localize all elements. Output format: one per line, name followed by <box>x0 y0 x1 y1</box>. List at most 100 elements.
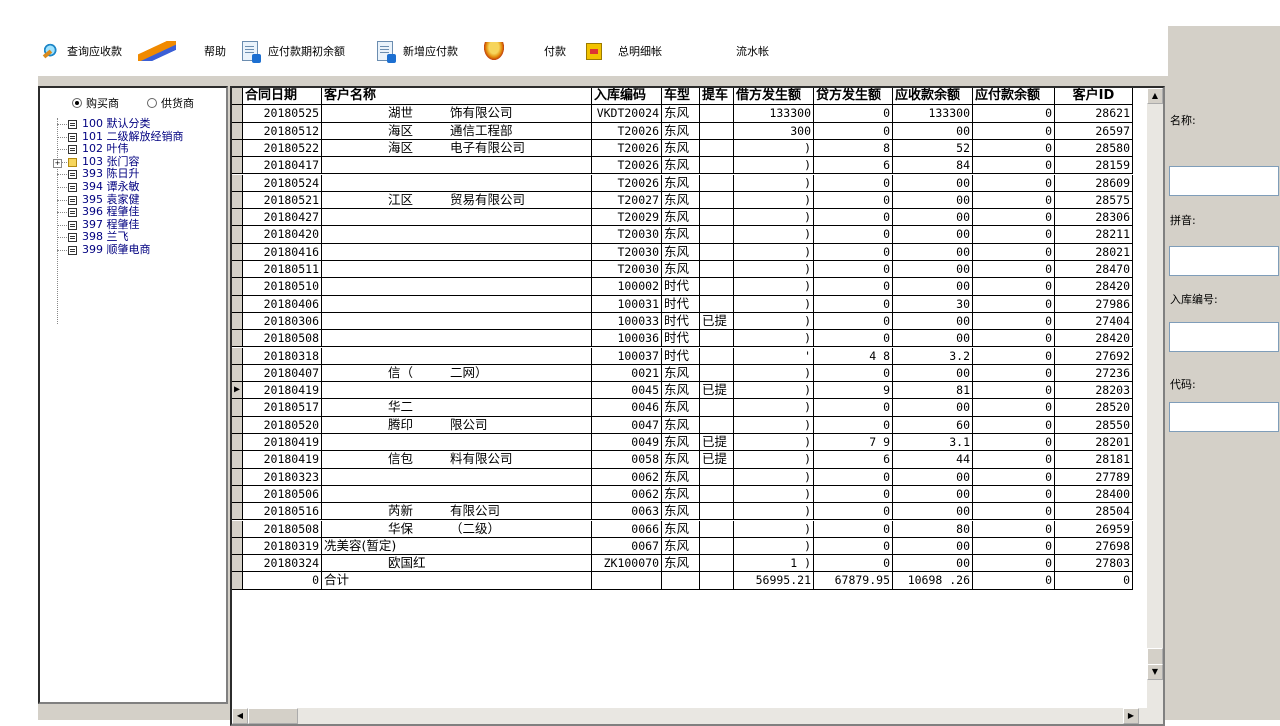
vehicle-model-cell[interactable]: 时代 <box>662 347 700 365</box>
contract-date-cell[interactable]: 20180420 <box>243 226 322 244</box>
contract-date-cell[interactable]: 20180511 <box>243 261 322 279</box>
credit-amount-cell[interactable]: 0 <box>814 503 893 521</box>
column-header-receivable[interactable]: 应收款余额 <box>893 88 973 106</box>
customer-name-cell[interactable] <box>322 382 592 400</box>
row-selector[interactable] <box>232 555 243 573</box>
customer-id-cell[interactable]: 28201 <box>1055 434 1133 452</box>
vehicle-model-cell[interactable]: 时代 <box>662 312 700 331</box>
customer-name-cell[interactable]: 信包 料有限公司 <box>322 451 592 469</box>
table-row[interactable]: 20180319 冼美容(暂定) 0067 东风) 0 00 0 27698 <box>232 537 1145 556</box>
row-selector[interactable] <box>232 261 243 279</box>
receivable-balance-cell[interactable]: 3.2 <box>893 347 973 365</box>
customer-id-cell[interactable]: 28609 <box>1055 174 1133 192</box>
receivable-balance-cell[interactable]: 00 <box>893 174 973 192</box>
vehicle-model-cell[interactable]: 东风 <box>662 555 700 573</box>
credit-amount-cell[interactable]: 0 <box>814 174 893 192</box>
customer-id-cell[interactable]: 27803 <box>1055 555 1133 573</box>
code-field[interactable] <box>1169 402 1279 432</box>
receivable-balance-cell[interactable]: 00 <box>893 503 973 521</box>
contract-date-cell[interactable]: 20180506 <box>243 485 322 504</box>
payable-balance-cell[interactable]: 0 <box>973 174 1055 192</box>
payable-balance-cell[interactable]: 0 <box>973 382 1055 400</box>
debit-amount-cell[interactable]: ) <box>734 434 814 452</box>
inbound-code-field[interactable] <box>1169 322 1279 352</box>
customer-name-cell[interactable]: 华保 （二级） <box>322 520 592 538</box>
debit-amount-cell[interactable]: ' <box>734 347 814 365</box>
inbound-code-cell[interactable]: ZK100070 <box>592 555 662 573</box>
horizontal-scroll-thumb[interactable] <box>248 708 298 724</box>
credit-amount-cell[interactable]: 0 <box>814 191 893 210</box>
debit-amount-cell[interactable]: 1 ) <box>734 555 814 573</box>
contract-date-cell[interactable]: 20180524 <box>243 174 322 192</box>
contract-date-cell[interactable]: 20180419 <box>243 382 322 400</box>
credit-amount-cell[interactable]: 0 <box>814 226 893 244</box>
contract-date-cell[interactable]: 20180525 <box>243 105 322 123</box>
inbound-code-cell[interactable]: 0062 <box>592 468 662 486</box>
contract-date-cell[interactable]: 20180427 <box>243 209 322 227</box>
column-header-debit[interactable]: 借方发生额 <box>734 88 814 106</box>
inbound-code-cell[interactable]: T20030 <box>592 261 662 279</box>
inbound-code-cell[interactable]: T20029 <box>592 209 662 227</box>
customer-id-cell[interactable]: 27986 <box>1055 295 1133 313</box>
receivable-balance-cell[interactable]: 00 <box>893 399 973 417</box>
pickup-status-cell[interactable] <box>700 295 734 313</box>
credit-amount-cell[interactable]: 0 <box>814 105 893 123</box>
inbound-code-cell[interactable]: 100031 <box>592 295 662 313</box>
row-selector[interactable] <box>232 157 243 175</box>
receivable-balance-cell[interactable]: 60 <box>893 416 973 434</box>
contract-date-cell[interactable]: 20180419 <box>243 434 322 452</box>
payable-balance-cell[interactable]: 0 <box>973 364 1055 383</box>
inbound-code-cell[interactable]: T20026 <box>592 122 662 140</box>
contract-date-cell[interactable]: 20180419 <box>243 451 322 469</box>
contract-date-cell[interactable]: 20180306 <box>243 312 322 331</box>
credit-amount-cell[interactable]: 0 <box>814 555 893 573</box>
customer-name-cell[interactable]: 欧国红 <box>322 555 592 573</box>
customer-id-cell[interactable]: 28420 <box>1055 330 1133 348</box>
debit-amount-cell[interactable]: ) <box>734 364 814 383</box>
pickup-status-cell[interactable] <box>700 139 734 158</box>
payable-balance-cell[interactable]: 0 <box>973 520 1055 538</box>
pickup-status-cell[interactable] <box>700 122 734 140</box>
inbound-code-cell[interactable]: VKDT20024 <box>592 105 662 123</box>
vehicle-model-cell[interactable]: 东风 <box>662 451 700 469</box>
contract-date-cell[interactable]: 20180318 <box>243 347 322 365</box>
customer-id-cell[interactable]: 26597 <box>1055 122 1133 140</box>
vehicle-model-cell[interactable]: 时代 <box>662 330 700 348</box>
column-header-payable[interactable]: 应付款余额 <box>973 88 1055 106</box>
vehicle-model-cell[interactable]: 东风 <box>662 105 700 123</box>
table-row[interactable]: 20180324 欧国红 ZK100070 东风 1 ) 0 00 0 27803 <box>232 555 1145 573</box>
customer-id-cell[interactable]: 28470 <box>1055 261 1133 279</box>
pickup-status-cell[interactable]: 已提 <box>700 451 734 469</box>
receivable-balance-cell[interactable]: 30 <box>893 295 973 313</box>
journal-button[interactable]: 流水帐 <box>733 39 772 63</box>
table-row[interactable]: 20180416 T20030 东风) 0 00 0 28021 <box>232 243 1145 261</box>
column-header-date[interactable]: 合同日期 <box>243 88 322 106</box>
receivable-balance-cell[interactable]: 00 <box>893 226 973 244</box>
table-row[interactable]: 20180510 100002 时代) 0 00 0 28420 <box>232 278 1145 296</box>
row-selector[interactable] <box>232 520 243 538</box>
payable-balance-cell[interactable]: 0 <box>973 209 1055 227</box>
vehicle-model-cell[interactable]: 东风 <box>662 399 700 417</box>
contract-date-cell[interactable]: 20180324 <box>243 555 322 573</box>
debit-amount-cell[interactable]: ) <box>734 468 814 486</box>
payment-button[interactable]: 付款 <box>541 39 569 63</box>
pickup-status-cell[interactable] <box>700 347 734 365</box>
vehicle-model-cell[interactable]: 东风 <box>662 520 700 538</box>
inbound-code-cell[interactable]: 0021 <box>592 364 662 383</box>
debit-amount-cell[interactable]: ) <box>734 157 814 175</box>
payable-balance-cell[interactable]: 0 <box>973 451 1055 469</box>
inbound-code-cell[interactable]: T20026 <box>592 139 662 158</box>
row-selector[interactable] <box>232 295 243 313</box>
payable-balance-cell[interactable]: 0 <box>973 122 1055 140</box>
pickup-status-cell[interactable] <box>700 105 734 123</box>
customer-id-cell[interactable]: 27698 <box>1055 537 1133 556</box>
customer-name-cell[interactable] <box>322 312 592 331</box>
contract-date-cell[interactable]: 20180512 <box>243 122 322 140</box>
debit-amount-cell[interactable]: ) <box>734 330 814 348</box>
column-header-inbound-code[interactable]: 入库编码 <box>592 88 662 106</box>
receivable-balance-cell[interactable]: 00 <box>893 209 973 227</box>
receivable-balance-cell[interactable]: 00 <box>893 364 973 383</box>
row-selector[interactable] <box>232 537 243 556</box>
customer-name-cell[interactable]: 华二 <box>322 399 592 417</box>
customer-id-cell[interactable]: 28203 <box>1055 382 1133 400</box>
